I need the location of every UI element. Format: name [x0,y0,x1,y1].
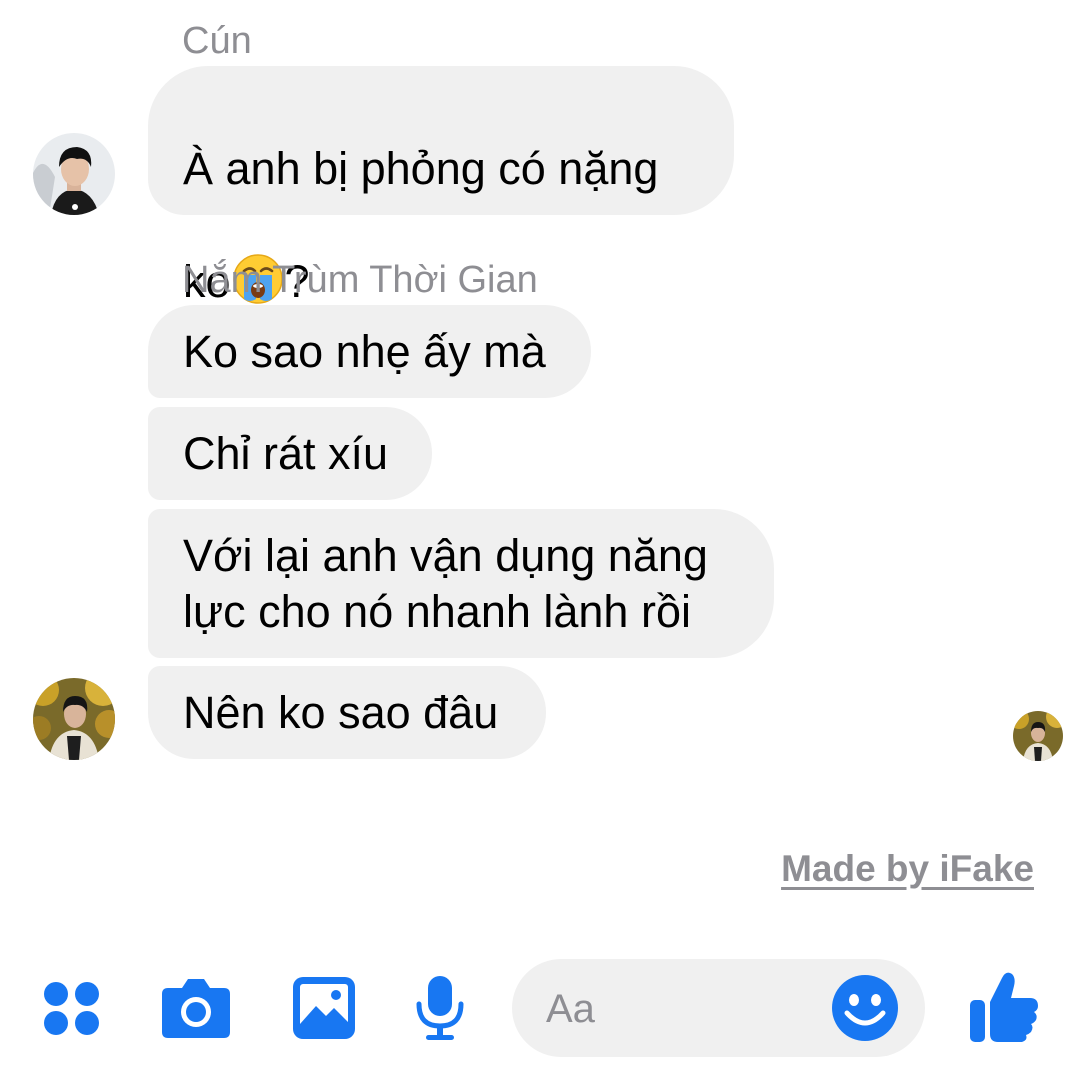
avatar[interactable] [33,133,115,215]
avatar[interactable] [33,678,115,760]
microphone-icon[interactable] [414,974,466,1042]
message-bubble[interactable]: Ko sao nhẹ ấy mà [148,305,591,398]
read-receipt-avatar [1013,711,1063,761]
camera-icon[interactable] [160,976,232,1040]
sender-name: Nắm Trùm Thời Gian [182,259,538,301]
watermark: Made by iFake [781,848,1034,889]
chat-screen: Cún À anh bị phỏng có nặng ko ? Nắm Trùm… [0,0,1080,1079]
message-bubble[interactable]: Nên ko sao đâu [148,666,546,759]
crying-emoji-icon [232,197,284,304]
message-input[interactable] [544,981,828,1037]
gallery-icon[interactable] [292,976,356,1040]
message-composer[interactable] [512,959,925,1057]
emoji-icon[interactable] [830,973,900,1043]
message-bubble[interactable]: Với lại anh vận dụng năng lực cho nó nha… [148,509,774,658]
message-bubble[interactable]: Chỉ rát xíu [148,407,432,500]
like-icon[interactable] [968,970,1040,1044]
apps-icon[interactable] [42,980,102,1040]
message-bubble[interactable]: À anh bị phỏng có nặng ko ? [148,66,734,307]
sender-name: Cún [182,20,252,62]
